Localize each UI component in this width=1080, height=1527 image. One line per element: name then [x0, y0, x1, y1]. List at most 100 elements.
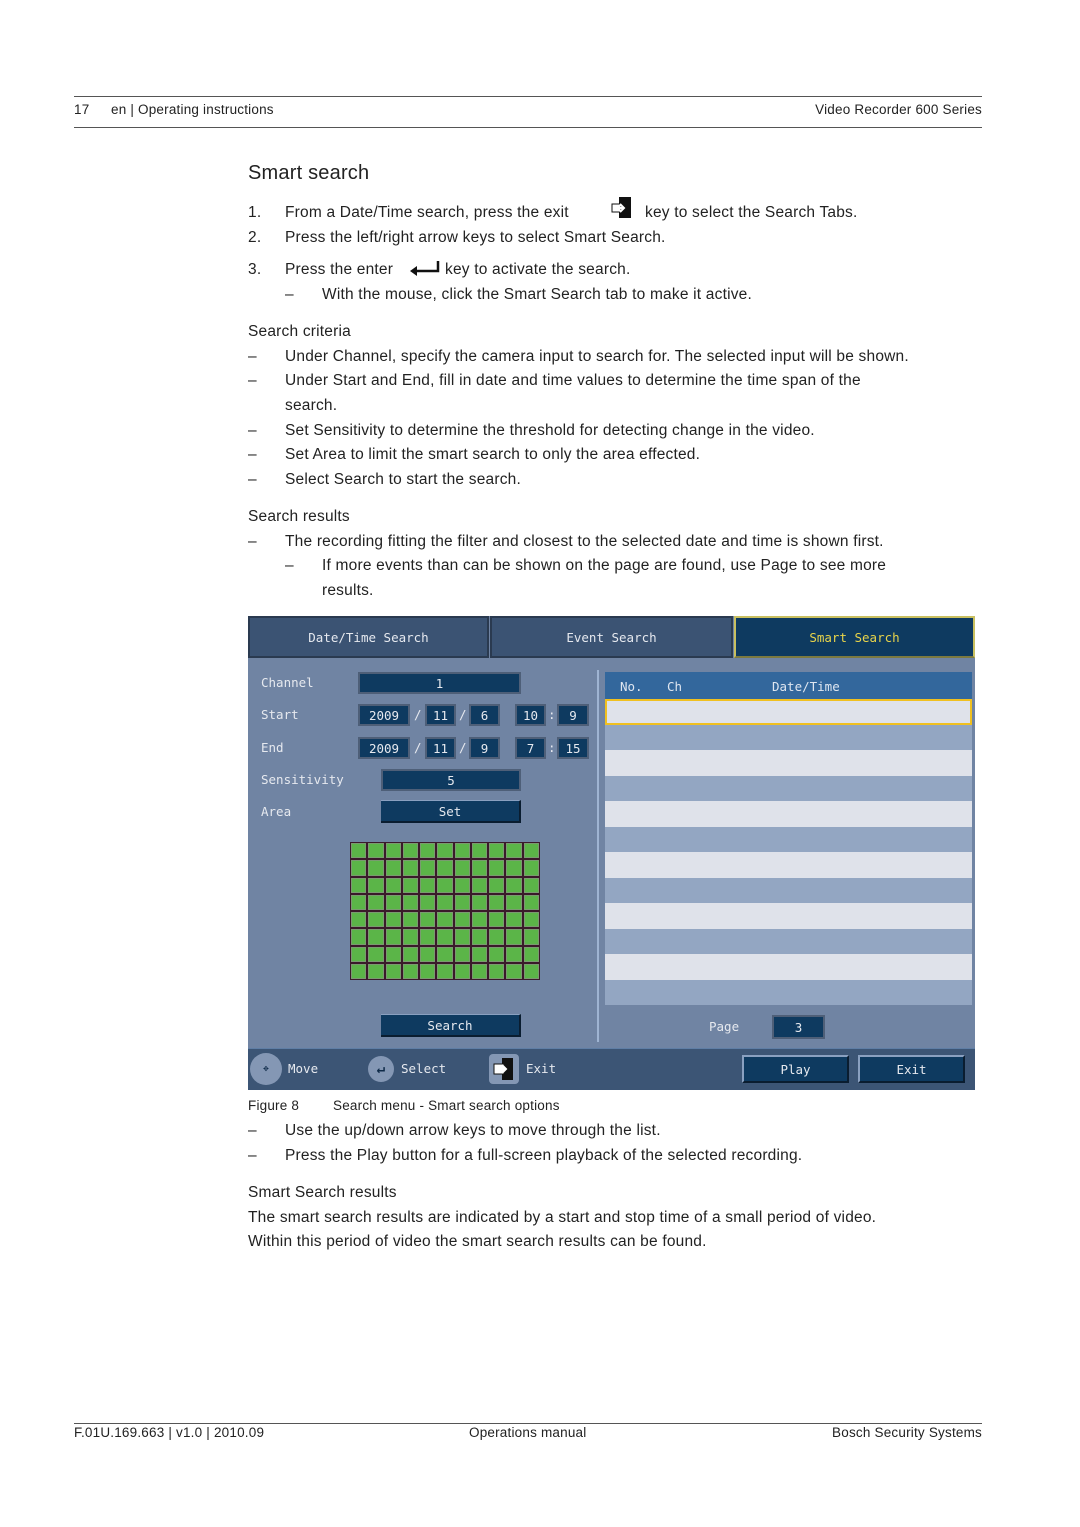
area-grid-cell[interactable]	[351, 963, 367, 979]
area-grid-cell[interactable]	[437, 860, 453, 876]
play-button[interactable]: Play	[742, 1055, 849, 1083]
area-grid-cell[interactable]	[385, 894, 401, 910]
area-grid-cell[interactable]	[351, 946, 367, 962]
area-grid-cell[interactable]	[506, 912, 522, 928]
area-grid-cell[interactable]	[471, 894, 488, 910]
area-grid-cell[interactable]	[368, 843, 384, 859]
set-area-button[interactable]: Set	[381, 800, 521, 823]
area-grid-cell[interactable]	[471, 929, 488, 945]
area-grid-cell[interactable]	[420, 912, 436, 928]
tab-datetime-search[interactable]: Date/Time Search	[248, 616, 489, 658]
area-grid-cell[interactable]	[454, 963, 470, 979]
area-grid-cell[interactable]	[368, 946, 384, 962]
end-month-field[interactable]: 11	[425, 737, 456, 759]
area-grid-cell[interactable]	[523, 963, 539, 979]
area-grid-cell[interactable]	[471, 912, 488, 928]
area-grid-cell[interactable]	[471, 963, 488, 979]
end-minute-field[interactable]: 15	[557, 737, 589, 759]
area-grid-cell[interactable]	[402, 946, 419, 962]
result-row[interactable]	[605, 775, 972, 801]
area-grid-cell[interactable]	[437, 877, 453, 893]
area-grid-cell[interactable]	[489, 877, 505, 893]
area-grid-cell[interactable]	[351, 894, 367, 910]
area-grid-cell[interactable]	[523, 877, 539, 893]
area-grid-cell[interactable]	[351, 860, 367, 876]
area-grid-cell[interactable]	[506, 946, 522, 962]
area-grid-cell[interactable]	[523, 894, 539, 910]
result-row[interactable]	[605, 750, 972, 776]
area-grid-cell[interactable]	[402, 877, 419, 893]
area-grid-cell[interactable]	[385, 860, 401, 876]
area-grid-cell[interactable]	[402, 860, 419, 876]
area-grid-cell[interactable]	[471, 946, 488, 962]
area-grid-cell[interactable]	[471, 860, 488, 876]
area-grid-cell[interactable]	[523, 929, 539, 945]
result-row[interactable]	[605, 928, 972, 954]
area-grid-cell[interactable]	[402, 929, 419, 945]
area-grid-cell[interactable]	[368, 929, 384, 945]
result-row[interactable]	[605, 801, 972, 827]
channel-field[interactable]: 1	[358, 672, 521, 694]
area-grid-cell[interactable]	[454, 946, 470, 962]
area-grid-cell[interactable]	[489, 929, 505, 945]
result-row[interactable]	[605, 979, 972, 1005]
area-grid-cell[interactable]	[420, 946, 436, 962]
area-grid-cell[interactable]	[385, 963, 401, 979]
area-grid-cell[interactable]	[402, 843, 419, 859]
end-year-field[interactable]: 2009	[358, 737, 410, 759]
start-month-field[interactable]: 11	[425, 704, 456, 726]
tab-event-search[interactable]: Event Search	[490, 616, 733, 658]
area-grid-cell[interactable]	[368, 963, 384, 979]
area-grid-cell[interactable]	[489, 843, 505, 859]
area-grid-cell[interactable]	[437, 946, 453, 962]
area-grid-cell[interactable]	[385, 929, 401, 945]
area-grid-cell[interactable]	[489, 946, 505, 962]
area-grid-cell[interactable]	[506, 877, 522, 893]
area-grid-cell[interactable]	[368, 860, 384, 876]
area-grid-cell[interactable]	[523, 860, 539, 876]
area-grid-cell[interactable]	[489, 860, 505, 876]
area-grid-cell[interactable]	[506, 894, 522, 910]
area-grid-cell[interactable]	[351, 843, 367, 859]
area-grid-cell[interactable]	[523, 912, 539, 928]
area-grid-cell[interactable]	[454, 877, 470, 893]
area-grid-cell[interactable]	[489, 894, 505, 910]
page-field[interactable]: 3	[772, 1015, 825, 1039]
result-row[interactable]	[605, 954, 972, 980]
area-grid-cell[interactable]	[385, 946, 401, 962]
area-grid-cell[interactable]	[351, 912, 367, 928]
area-grid-cell[interactable]	[454, 929, 470, 945]
tab-smart-search[interactable]: Smart Search	[734, 616, 975, 658]
exit-button[interactable]: Exit	[858, 1055, 965, 1083]
result-row[interactable]	[605, 903, 972, 929]
area-grid-cell[interactable]	[437, 963, 453, 979]
area-grid-cell[interactable]	[471, 843, 488, 859]
area-grid-cell[interactable]	[454, 912, 470, 928]
area-grid-cell[interactable]	[385, 843, 401, 859]
result-row[interactable]	[605, 724, 972, 750]
search-button[interactable]: Search	[381, 1014, 521, 1037]
area-grid[interactable]	[350, 842, 540, 980]
area-grid-cell[interactable]	[437, 912, 453, 928]
area-grid-cell[interactable]	[506, 963, 522, 979]
area-grid-cell[interactable]	[454, 860, 470, 876]
area-grid-cell[interactable]	[402, 912, 419, 928]
area-grid-cell[interactable]	[420, 963, 436, 979]
area-grid-cell[interactable]	[368, 877, 384, 893]
area-grid-cell[interactable]	[454, 894, 470, 910]
area-grid-cell[interactable]	[420, 843, 436, 859]
area-grid-cell[interactable]	[506, 929, 522, 945]
area-grid-cell[interactable]	[385, 877, 401, 893]
start-year-field[interactable]: 2009	[358, 704, 410, 726]
area-grid-cell[interactable]	[420, 894, 436, 910]
area-grid-cell[interactable]	[368, 912, 384, 928]
area-grid-cell[interactable]	[489, 912, 505, 928]
area-grid-cell[interactable]	[420, 860, 436, 876]
area-grid-cell[interactable]	[437, 929, 453, 945]
end-hour-field[interactable]: 7	[515, 737, 546, 759]
result-row[interactable]	[605, 826, 972, 852]
result-row[interactable]	[605, 852, 972, 878]
sensitivity-field[interactable]: 5	[381, 769, 521, 791]
result-row[interactable]	[605, 877, 972, 903]
area-grid-cell[interactable]	[420, 929, 436, 945]
